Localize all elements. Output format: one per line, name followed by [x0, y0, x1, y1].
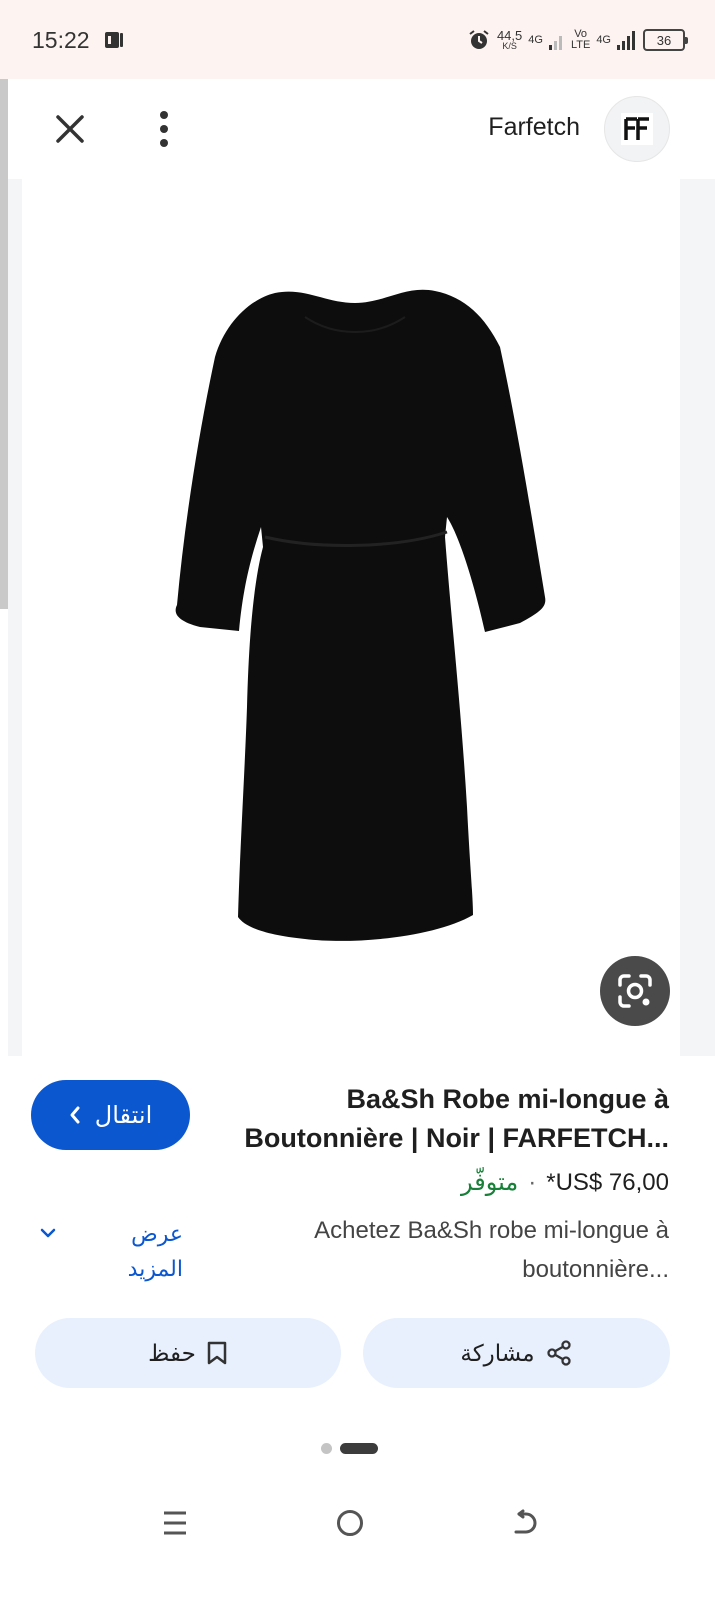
signal-2-label: 4G [596, 33, 611, 46]
dress-image [175, 289, 546, 941]
product-description: Achetez Ba&Sh robe mi-longue à boutonniè… [314, 1217, 669, 1283]
image-gutter-right [680, 179, 715, 1056]
share-icon [546, 1340, 571, 1366]
app-notification-icon [105, 32, 123, 48]
farfetch-logo-icon [621, 113, 653, 145]
chevron-down-icon[interactable] [38, 1223, 58, 1243]
pager-dot[interactable] [321, 1443, 332, 1454]
price-row: متوفّر · *US$ 76,00 [461, 1168, 669, 1197]
price: *US$ 76,00 [546, 1168, 669, 1196]
net-speed: 44,5 K/S [497, 29, 522, 51]
chevron-right-icon [70, 1106, 80, 1124]
app-bar: Farfetch [0, 79, 715, 179]
save-label: حفظ [148, 1339, 196, 1366]
availability: متوفّر [461, 1169, 519, 1196]
lens-icon [618, 974, 652, 1008]
image-gutter-left [8, 179, 22, 1056]
bookmark-icon [207, 1341, 227, 1365]
product-image[interactable] [22, 179, 680, 1056]
battery-level: 36 [656, 32, 672, 48]
status-indicators: 44,5 K/S 4G Vo LTE 4G 36 [467, 24, 688, 56]
signal-1-label: 4G [528, 33, 543, 46]
pager-dot-active[interactable] [340, 1443, 378, 1454]
close-button[interactable] [50, 109, 90, 149]
volte-indicator: Vo LTE [571, 29, 590, 51]
share-button[interactable]: مشاركة [363, 1318, 670, 1388]
status-time: 15:22 [32, 27, 90, 53]
menu-icon [164, 1511, 186, 1535]
screen: 15:22 44,5 K/S 4G Vo LTE 4G 36 Farfetch … [0, 0, 715, 1600]
share-label: مشاركة [460, 1339, 535, 1366]
more-button[interactable]: عرض المزيد [113, 1216, 183, 1286]
more-vert-icon [160, 111, 168, 147]
system-nav-bar [0, 1478, 715, 1568]
separator: · [528, 1168, 537, 1196]
recents-button[interactable] [155, 1503, 195, 1543]
alarm-icon [469, 30, 489, 49]
status-bar: 15:22 44,5 K/S 4G Vo LTE 4G 36 [0, 0, 715, 79]
signal-2-icon [617, 31, 635, 50]
visit-label: انتقال [94, 1101, 153, 1129]
site-name[interactable]: Farfetch [488, 113, 580, 142]
back-button[interactable] [505, 1503, 545, 1543]
save-button[interactable]: حفظ [35, 1318, 341, 1388]
product-title[interactable]: Ba&Sh Robe mi-longue à Boutonnière | Noi… [199, 1080, 669, 1158]
back-icon [514, 1509, 537, 1534]
home-icon [337, 1510, 363, 1536]
visual-search-button[interactable] [600, 956, 670, 1026]
left-edge-panel [0, 79, 8, 609]
volte-bottom: LTE [570, 39, 591, 51]
home-button[interactable] [330, 1503, 370, 1543]
battery-indicator: 36 [643, 29, 688, 51]
site-logo[interactable] [604, 96, 670, 162]
close-icon [56, 115, 84, 143]
more-options-button[interactable] [150, 109, 178, 149]
signal-1-icon [548, 36, 562, 50]
image-pager [321, 1443, 378, 1454]
visit-button[interactable]: انتقال [31, 1080, 190, 1150]
net-speed-unit: K/S [502, 41, 517, 51]
